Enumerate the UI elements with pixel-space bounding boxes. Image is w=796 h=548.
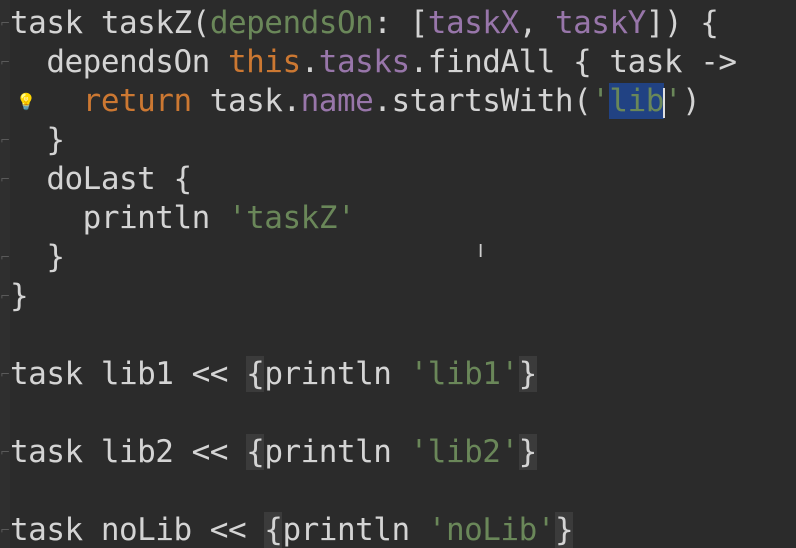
text-cursor-icon: I [478,241,484,262]
code-line-14[interactable]: task noLib << {println 'noLib'} [10,511,574,548]
code-token: . [300,44,320,80]
fold-marker-icon[interactable]: ⌐ [0,4,10,43]
code-token: task lib1 << [10,356,247,392]
code-token: println [282,512,428,548]
code-line-2[interactable]: dependsOn this.tasks.findAll { task -> [10,43,737,82]
code-token-keyword: this [227,44,301,80]
code-token: println [264,356,410,392]
fold-marker-icon[interactable]: ⌐ [0,277,10,316]
fold-marker-icon[interactable]: ⌐ [0,43,10,82]
code-token: dependsOn [10,44,228,80]
code-token: task. [191,83,301,119]
code-token: task noLib << [10,512,265,548]
code-token: .startsWith( [373,83,592,119]
code-line-7[interactable]: } [10,238,65,277]
code-token: doLast { [10,161,192,197]
code-token: } [10,278,29,314]
code-token-brace: } [518,356,537,392]
code-line-8[interactable]: } [10,277,29,316]
code-token-brace: } [554,512,574,548]
code-token: ]) { [645,5,719,41]
code-token: ) [682,83,701,119]
code-token-string: 'noLib' [427,512,556,548]
fold-marker-icon[interactable]: ⌐ [0,433,10,472]
fold-marker-icon[interactable]: ⌐ [0,238,10,277]
code-line-4[interactable]: } [10,121,65,160]
code-token: println [10,200,228,236]
code-token-brace: { [246,356,265,392]
fold-marker-icon[interactable]: ⌐ [0,160,10,199]
code-token: , [518,5,555,41]
fold-marker-icon[interactable]: ⌐ [0,511,10,548]
code-token: println [264,434,410,470]
code-token: } [10,239,65,275]
code-token-string: 'lib1' [409,356,519,392]
code-token: task taskZ( [10,5,210,41]
code-token-brace: { [246,434,265,470]
fold-marker-icon[interactable]: ⌐ [0,121,10,160]
code-line-5[interactable]: doLast { [10,160,192,199]
code-token-property: tasks [318,44,410,80]
code-line-12[interactable]: task lib2 << {println 'lib2'} [10,433,537,472]
code-token-string: 'taskZ' [227,200,356,236]
code-line-1[interactable]: task taskZ(dependsOn: [taskX, taskY]) { [10,4,719,43]
code-line-6[interactable]: println 'taskZ' [10,199,356,238]
code-token-brace: { [264,512,283,548]
code-token: task lib2 << [10,434,247,470]
code-token: } [10,122,65,158]
code-token: .findAll { task -> [409,44,737,80]
code-token-keyword: return [82,83,192,119]
code-token-param: dependsOn [209,5,374,41]
code-token-property: name [300,83,374,119]
code-token-string: ' [663,83,683,119]
code-token-string: 'lib2' [409,434,519,470]
code-token-brace: } [518,434,537,470]
code-token: : [ [373,5,428,41]
fold-marker-icon[interactable]: ⌐ [0,355,10,394]
code-line-3[interactable]: return task.name.startsWith('lib') [10,82,701,121]
code-token-string: ' [591,83,610,119]
code-token-ref: taskY [554,5,646,41]
code-line-10[interactable]: task lib1 << {println 'lib1'} [10,355,537,394]
selected-text[interactable]: lib [609,83,664,119]
code-token-ref: taskX [427,5,519,41]
code-editor[interactable]: ⌐ ⌐ ⌐ ⌐ ⌐ ⌐ ⌐ ⌐ ⌐ 💡 task taskZ(dependsOn… [0,0,796,548]
